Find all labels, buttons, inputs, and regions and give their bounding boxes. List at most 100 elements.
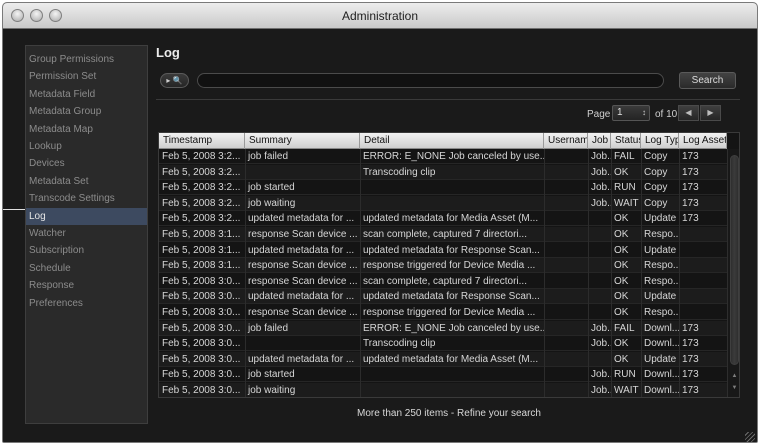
table-cell — [544, 383, 588, 397]
table-cell: Update — [644, 244, 677, 256]
column-header-status[interactable]: Status — [611, 133, 641, 149]
table-cell — [679, 305, 727, 320]
column-divider — [360, 149, 361, 397]
page-count-label: of 10 — [655, 109, 678, 120]
search-button[interactable]: Search — [679, 72, 736, 89]
table-cell: response Scan device ... — [248, 229, 358, 240]
sidebar-item-metadata-map[interactable]: Metadata Map — [26, 121, 147, 138]
page-number-select[interactable]: 1 ↕ — [612, 105, 650, 121]
table-cell: response triggered for Device Media ... — [363, 307, 536, 318]
scroll-up-arrow-icon[interactable]: ▲ — [730, 371, 739, 381]
table-cell — [544, 274, 588, 289]
sidebar-item-devices[interactable]: Devices — [26, 155, 147, 172]
table-cell: scan complete, captured 7 directori... — [363, 275, 527, 287]
column-divider — [245, 149, 246, 397]
table-cell — [544, 336, 588, 351]
column-header-log-asset[interactable]: Log Asset — [679, 133, 727, 149]
search-input[interactable] — [197, 73, 664, 88]
table-cell — [679, 289, 727, 304]
sidebar-item-preferences[interactable]: Preferences — [26, 295, 147, 312]
resize-grip-icon[interactable] — [745, 432, 755, 442]
vertical-scrollbar[interactable]: ▲ ▼ — [727, 149, 739, 397]
table-cell: Downl... — [644, 385, 679, 396]
table-cell: Downl... — [644, 369, 679, 381]
table-cell: Feb 5, 2008 3:0... — [162, 275, 241, 287]
sidebar-item-metadata-field[interactable]: Metadata Field — [26, 86, 147, 103]
sidebar-item-transcode-settings[interactable]: Transcode Settings — [26, 190, 147, 207]
table-cell: updated metadata for Response Scan... — [363, 244, 540, 256]
column-header-log-type[interactable]: Log Type — [641, 133, 679, 149]
table-cell — [544, 149, 588, 164]
log-table: Timestamp Summary Detail Usernam Job Status Lo… — [158, 132, 740, 398]
sidebar-item-metadata-group[interactable]: Metadata Group — [26, 103, 147, 120]
table-cell — [360, 196, 544, 211]
stepper-arrows-icon: ↕ — [642, 108, 646, 117]
sidebar-item-log[interactable]: Log — [26, 207, 147, 225]
table-cell: Copy — [644, 151, 668, 162]
table-cell: Downl... — [644, 322, 679, 334]
column-divider — [611, 149, 612, 397]
column-header-summary[interactable]: Summary — [245, 133, 360, 149]
sidebar-item-response[interactable]: Response — [26, 277, 147, 294]
sidebar-item-metadata-set[interactable]: Metadata Set — [26, 173, 147, 190]
table-cell: Feb 5, 2008 3:2... — [162, 166, 241, 178]
table-cell: 173 — [682, 166, 699, 178]
table-header: Timestamp Summary Detail Usernam Job Status Lo… — [159, 133, 727, 149]
table-cell — [679, 227, 727, 242]
table-cell — [245, 165, 360, 180]
table-cell: ERROR: E_NONE Job canceled by use... — [363, 151, 544, 162]
table-cell: Feb 5, 2008 3:0... — [162, 353, 241, 365]
table-cell: job started — [248, 369, 295, 381]
scroll-down-arrow-icon[interactable]: ▼ — [730, 383, 739, 393]
table-cell: OK — [614, 291, 629, 303]
column-header-timestamp[interactable]: Timestamp — [159, 133, 245, 149]
table-cell — [544, 258, 588, 273]
search-scope-button[interactable]: ▸ 🔍 — [160, 73, 189, 88]
column-header-detail[interactable]: Detail — [360, 133, 544, 149]
sidebar-item-permission-set[interactable]: Permission Set — [26, 68, 147, 85]
table-cell — [544, 321, 588, 336]
column-header-usernam[interactable]: Usernam — [544, 133, 588, 149]
table-cell: OK — [614, 260, 629, 272]
table-cell: 173 — [682, 353, 699, 365]
table-cell: updated metadata for ... — [248, 244, 355, 256]
previous-page-button[interactable]: ◀ — [678, 105, 699, 121]
table-cell — [544, 367, 588, 382]
sidebar-item-lookup[interactable]: Lookup — [26, 138, 147, 155]
table-cell: Downl... — [644, 338, 679, 350]
table-cell: ERROR: E_NONE Job canceled by use... — [363, 322, 544, 334]
scrollbar-thumb[interactable] — [730, 155, 739, 365]
table-cell: OK — [614, 307, 629, 318]
divider — [156, 99, 740, 100]
table-cell: Feb 5, 2008 3:0... — [162, 338, 241, 350]
table-cell: updated metadata for ... — [248, 213, 355, 225]
sidebar-item-watcher[interactable]: Watcher — [26, 225, 147, 242]
table-cell: OK — [614, 353, 629, 365]
table-cell: 173 — [682, 213, 699, 225]
table-cell: OK — [614, 229, 629, 240]
next-page-button[interactable]: ▶ — [700, 105, 721, 121]
table-cell: response Scan device ... — [248, 275, 358, 287]
table-cell: Copy — [644, 197, 668, 209]
sidebar-item-group-permissions[interactable]: Group Permissions — [26, 51, 147, 68]
table-cell — [588, 211, 611, 226]
table-cell — [588, 274, 611, 289]
table-cell: Respo... — [644, 275, 679, 287]
admin-sidebar: Group Permissions Permission Set Metadata … — [25, 45, 148, 424]
table-cell: Job... — [591, 385, 611, 396]
table-cell — [360, 180, 544, 195]
table-cell: Feb 5, 2008 3:0... — [162, 307, 241, 318]
table-cell — [360, 367, 544, 382]
column-divider — [641, 149, 642, 397]
title-bar[interactable]: Administration — [3, 3, 757, 29]
page-title: Log — [156, 45, 180, 60]
table-cell: Job... — [591, 369, 611, 381]
table-cell: job failed — [248, 151, 289, 162]
sidebar-item-subscription[interactable]: Subscription — [26, 242, 147, 259]
table-cell: FAIL — [614, 322, 635, 334]
table-cell: OK — [614, 213, 629, 225]
column-header-job[interactable]: Job — [588, 133, 611, 149]
right-arrow-icon: ▶ — [707, 108, 714, 117]
sidebar-item-schedule[interactable]: Schedule — [26, 260, 147, 277]
table-cell — [544, 227, 588, 242]
